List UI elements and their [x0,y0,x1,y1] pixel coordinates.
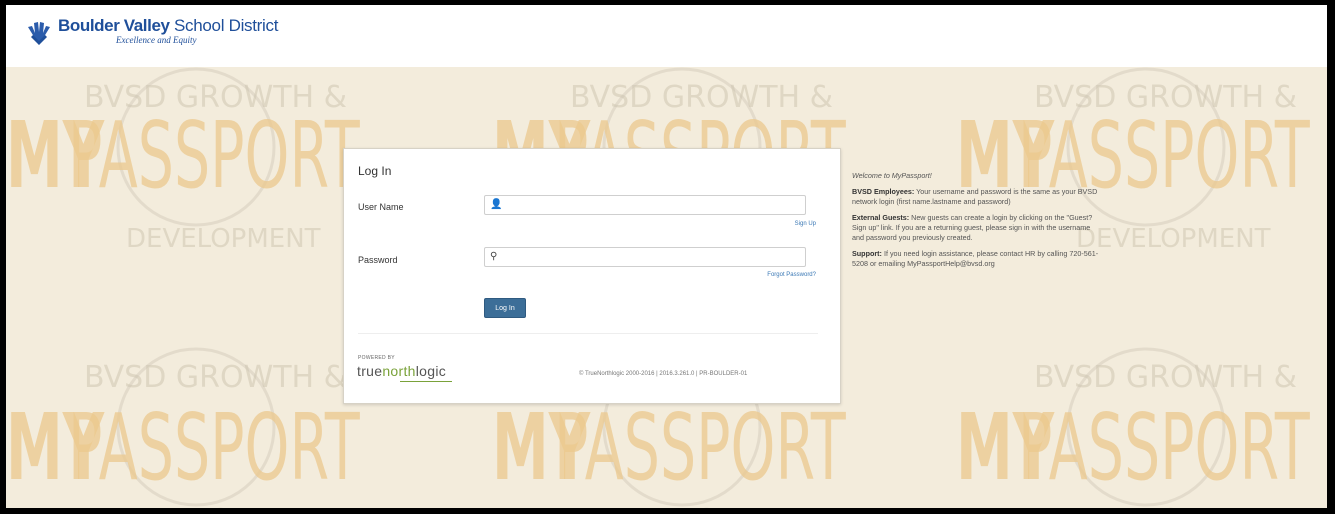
watermark-passport: PASSPORT [554,395,846,502]
watermark-passport: PASSPORT [68,395,360,502]
username-field[interactable]: 👤 [484,195,806,215]
watermark-passport: PASSPORT [68,103,360,210]
support-note: Support: If you need login assistance, p… [852,249,1100,269]
bvsd-logo[interactable]: Boulder Valley School District Excellenc… [24,17,278,47]
forgot-password-link[interactable]: Forgot Password? [767,272,816,278]
watermark-development: DEVELOPMENT [126,224,321,254]
password-input[interactable] [505,249,804,267]
brand-name-rest: School District [169,16,279,35]
watermark-growth: BVSD GROWTH & [1034,360,1297,395]
password-field[interactable]: ⚲ [484,247,806,267]
welcome-heading: Welcome to MyPassport! [852,171,932,180]
login-panel: Log In User Name 👤 Sign Up Password ⚲ Fo… [343,148,841,404]
welcome-info: Welcome to MyPassport! BVSD Employees: Y… [852,171,1100,275]
password-label: Password [358,255,398,265]
login-page: Boulder Valley School District Excellenc… [6,5,1327,508]
bvsd-logo-icon [28,22,50,45]
user-icon: 👤 [490,199,503,210]
login-button[interactable]: Log In [484,298,526,318]
key-icon: ⚲ [490,251,498,262]
brand-tagline: Excellence and Equity [116,35,197,45]
watermark-development: DEVELOPMENT [1076,504,1271,508]
username-label: User Name [358,202,404,212]
guests-note: External Guests: New guests can create a… [852,213,1100,243]
watermark-development: DEVELOPMENT [612,504,807,508]
divider [358,333,818,334]
sign-up-link[interactable]: Sign Up [795,221,816,227]
powered-by-label: POWERED BY [358,355,395,361]
username-input[interactable] [505,197,804,215]
site-header: Boulder Valley School District Excellenc… [6,5,1327,67]
employees-title: BVSD Employees: [852,187,915,196]
brand-part-c: logic [415,363,447,379]
watermark-passport: PASSPORT [1018,395,1310,502]
watermark-growth: BVSD GROWTH & [84,360,347,395]
brand-part-b: north [382,363,416,379]
support-text: If you need login assistance, please con… [852,249,1099,268]
support-title: Support: [852,249,882,258]
brand-name-bold: Boulder Valley [58,16,170,35]
watermark-development: DEVELOPMENT [126,504,321,508]
brand-underline [400,381,452,382]
login-title: Log In [358,164,392,178]
watermark-development: DEVELOPMENT [1076,224,1271,254]
employees-note: BVSD Employees: Your username and passwo… [852,187,1100,207]
guests-title: External Guests: [852,213,910,222]
brand-part-a: true [357,363,383,379]
truenorthlogic-logo: truenorthlogic [357,363,446,379]
copyright-text: © TrueNorthlogic 2000-2016 | 2016.3.261.… [579,371,748,377]
